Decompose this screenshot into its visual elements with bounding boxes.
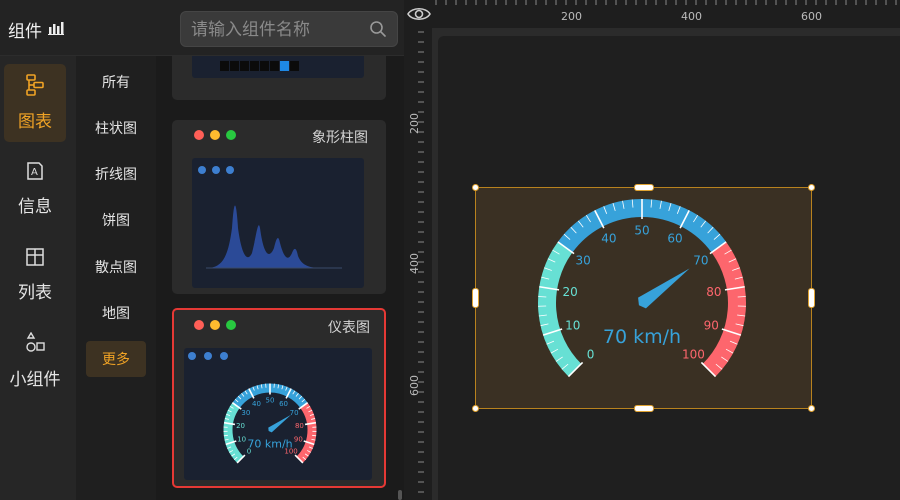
ruler-label: 400	[681, 10, 702, 23]
gauge-tick-label: 40	[252, 400, 261, 408]
gauge-tick-label: 30	[575, 253, 590, 267]
gauge-tick-label: 20	[236, 422, 245, 430]
subcategory-item-pie[interactable]: 饼图	[86, 202, 146, 238]
card-thumbnail	[192, 56, 364, 78]
gauge-tick-label: 80	[295, 422, 304, 430]
ruler-label: 200	[408, 113, 421, 134]
panel-header: 组件	[0, 0, 404, 56]
gauge-tick-label: 40	[601, 231, 616, 245]
resize-handle-top-left[interactable]	[472, 184, 479, 191]
app-root: 组件 图表 A 信息	[0, 0, 900, 500]
gauge-tick-label: 60	[667, 231, 682, 245]
window-dots	[194, 130, 236, 140]
component-card-table[interactable]	[172, 56, 386, 100]
search-icon[interactable]	[369, 20, 387, 42]
gauge-arc-segment	[223, 402, 244, 463]
category-item-chart[interactable]: 图表	[4, 64, 66, 142]
subcategory-item-more[interactable]: 更多	[86, 341, 146, 377]
component-card-pictorial-bar[interactable]: 象形柱图	[172, 120, 386, 294]
text-image-icon: A	[25, 161, 45, 186]
gauge-tick-label: 90	[704, 319, 719, 333]
gauge-tick-label: 50	[634, 223, 649, 237]
gauge-arc-segment	[538, 241, 582, 377]
subcategory-item-all[interactable]: 所有	[86, 64, 146, 100]
category-item-widget[interactable]: 小组件	[4, 322, 66, 400]
subcategory-nav: 所有 柱状图 折线图 饼图 散点图 地图 更多	[76, 56, 156, 500]
resize-handle-bottom-left[interactable]	[472, 405, 479, 412]
card-list-scrollbar[interactable]	[398, 490, 402, 500]
resize-handle-bottom-right[interactable]	[808, 405, 815, 412]
gauge-minor-tick	[538, 296, 547, 298]
panel-title-text: 组件	[8, 22, 42, 42]
resize-handle-top[interactable]	[634, 184, 654, 191]
subcategory-item-map[interactable]: 地图	[86, 295, 146, 331]
grid-table-icon	[25, 247, 45, 272]
gauge-tick-label: 30	[241, 409, 250, 417]
category-item-list[interactable]: 列表	[4, 236, 66, 314]
eye-icon[interactable]	[406, 3, 432, 29]
gauge-chart: 0 10 20 30 40 50 60 70 80 90 10070 km/h	[538, 199, 746, 378]
gauge-tick-label: 90	[294, 436, 303, 444]
ruler-label: 600	[408, 375, 421, 396]
ruler-label: 600	[801, 10, 822, 23]
panel-title: 组件	[8, 17, 64, 42]
card-thumbnail	[192, 158, 364, 288]
canvas-area: 200 400 600 200 400 600 0 10 20 30 40 50 60 70 8…	[404, 0, 900, 500]
gauge-minor-tick	[737, 296, 746, 298]
search-input[interactable]	[191, 18, 361, 42]
gauge-pointer	[268, 414, 292, 433]
gauge-thumbnail-chart: 010203040 50 6070809010070 km/h	[188, 352, 317, 464]
category-item-info[interactable]: A 信息	[4, 150, 66, 228]
subcategory-item-scatter[interactable]: 散点图	[86, 249, 146, 285]
component-card-gauge[interactable]: 仪表图 0 10 20 30 40 50 60 70 80 90 100 70 km/h	[172, 308, 386, 488]
gauge-tick-label: 10	[237, 436, 246, 444]
chart-nodes-icon	[25, 74, 45, 101]
subcategory-item-bar[interactable]: 柱状图	[86, 110, 146, 146]
gauge-arc-segment	[296, 402, 317, 463]
gauge-tick-label: 70	[290, 409, 299, 417]
gauge-widget[interactable]: 0 10 20 30 40 50 60 70 80 90 100 70 km/h	[472, 184, 815, 412]
resize-handle-top-right[interactable]	[808, 184, 815, 191]
category-label: 图表	[18, 112, 52, 132]
gauge-tick-label: 60	[279, 400, 288, 408]
gauge-tick-label: 70	[693, 253, 708, 267]
gauge-arc-segment	[702, 241, 746, 377]
component-card-list: 象形柱图 仪表图 0 10 20 30 40 50 60 70 80 90 100 70 km/h	[156, 56, 404, 500]
ruler-left: 200 400 600	[404, 0, 432, 500]
gauge-tick-label: 20	[562, 285, 577, 299]
gauge-minor-tick	[312, 434, 317, 437]
category-label: 信息	[18, 197, 52, 217]
subcategory-item-line[interactable]: 折线图	[86, 156, 146, 192]
resize-handle-left[interactable]	[472, 288, 479, 308]
gauge-minor-tick	[223, 434, 228, 437]
ruler-label: 400	[408, 253, 421, 274]
search-box[interactable]	[180, 11, 398, 47]
gauge-detail-text: 70 km/h	[247, 438, 292, 451]
gauge-pointer	[638, 268, 690, 309]
gauge-detail-text: 70 km/h	[603, 326, 681, 348]
gauge-tick-label: 10	[565, 319, 580, 333]
ruler-top: 200 400 600	[404, 0, 900, 28]
card-title: 仪表图	[328, 320, 370, 336]
gauge-tick-label: 100	[682, 348, 705, 362]
ruler-label: 200	[561, 10, 582, 23]
resize-handle-bottom[interactable]	[634, 405, 654, 412]
gauge-tick-label: 80	[706, 285, 721, 299]
bar-chart-icon	[48, 20, 64, 40]
gauge-tick-label: 50	[266, 397, 275, 405]
gauge-tick-label: 0	[587, 348, 595, 362]
resize-handle-right[interactable]	[808, 288, 815, 308]
category-label: 列表	[18, 283, 52, 303]
category-label: 小组件	[9, 370, 61, 390]
window-dots	[194, 320, 236, 330]
card-title: 象形柱图	[312, 130, 368, 146]
widget-shapes-icon	[24, 331, 46, 359]
svg-text:A: A	[31, 167, 38, 178]
card-thumbnail: 0 10 20 30 40 50 60 70 80 90 100 70 km/h	[184, 348, 372, 480]
category-nav: 图表 A 信息 列表 小组件	[0, 56, 76, 500]
